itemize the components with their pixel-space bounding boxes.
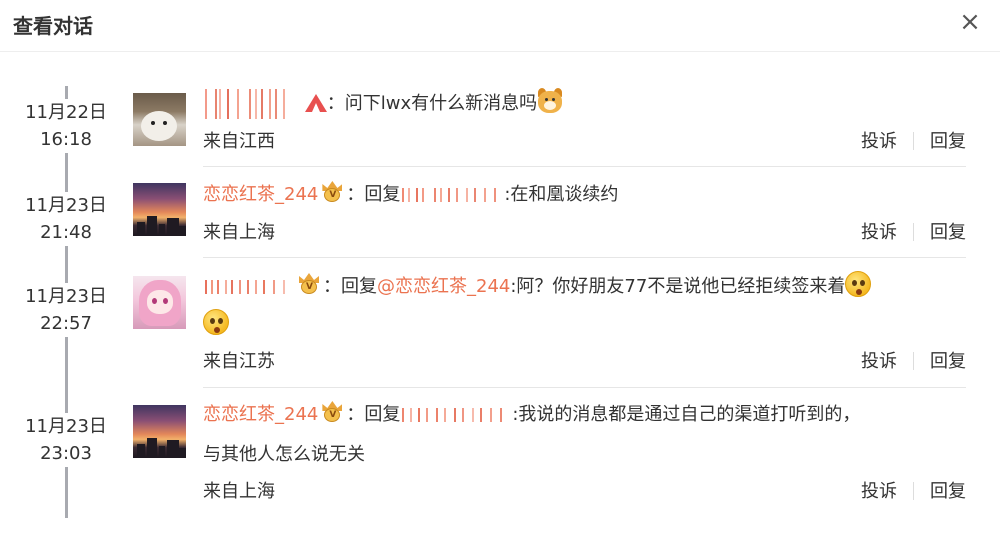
close-icon[interactable]: × <box>956 8 984 36</box>
entry-1-reply-button[interactable]: 回复 <box>930 131 966 152</box>
entry-2-time: 21:48 <box>40 222 92 243</box>
entry-2-content: 恋恋红茶_244 V ：回复 :在和凰谈续约 <box>203 181 618 209</box>
entry-3-avatar[interactable] <box>133 276 186 329</box>
entry-4-source: 来自上海 <box>203 481 275 502</box>
crown-badge-icon: V <box>320 401 344 423</box>
entry-2-actions: 投诉 回复 <box>861 220 966 246</box>
entry-divider <box>203 387 966 388</box>
entry-1-redacted-username[interactable] <box>203 89 289 119</box>
action-separator <box>913 482 914 500</box>
entry-4-actions: 投诉 回复 <box>861 479 966 505</box>
entry-4-content: 恋恋红茶_244 V ：回复 :我说的消息都是通过自己的渠道打听到的， <box>203 401 860 429</box>
entry-2-date: 11月23日 <box>25 195 107 216</box>
entry-4-redacted-username[interactable] <box>400 408 512 422</box>
entry-3-redacted-username[interactable] <box>203 280 295 294</box>
entry-4-reply-prefix: 回复 <box>364 404 401 425</box>
entry-1-content: ：问下lwx有什么新消息吗 <box>203 88 563 119</box>
dog-emoji-icon <box>537 88 563 114</box>
entry-2-reply-prefix: 回复 <box>364 184 401 205</box>
entry-2-redacted-username[interactable] <box>400 188 504 202</box>
entry-2-username[interactable]: 恋恋红茶_244 <box>203 184 318 205</box>
action-separator <box>913 132 914 150</box>
entry-2-source: 来自上海 <box>203 222 275 243</box>
surprised-emoji-icon <box>203 309 229 335</box>
entry-1-time: 16:18 <box>40 129 92 150</box>
entry-3-content-wrap <box>203 309 229 339</box>
dialog-header: 查看对话 × <box>0 0 1000 52</box>
entry-3-report-button[interactable]: 投诉 <box>861 351 897 372</box>
entry-2-timestamp: 11月23日 21:48 <box>18 192 114 246</box>
entry-2-separator: ： <box>346 184 365 205</box>
entry-3-timestamp: 11月23日 22:57 <box>18 283 114 337</box>
surprised-emoji-icon <box>845 271 872 297</box>
entry-3-date: 11月23日 <box>25 286 107 307</box>
entry-2-avatar[interactable] <box>133 183 186 236</box>
entry-1-text: 问下lwx有什么新消息吗 <box>344 93 538 114</box>
entry-2-reply-button[interactable]: 回复 <box>930 222 966 243</box>
entry-3-mention-link[interactable]: @恋恋红茶_244 <box>377 276 510 297</box>
entry-4-separator: ： <box>346 404 365 425</box>
entry-3-actions: 投诉 回复 <box>861 349 966 375</box>
entry-4-avatar[interactable] <box>133 405 186 458</box>
entry-3-reply-button[interactable]: 回复 <box>930 351 966 372</box>
entry-4-text: :我说的消息都是通过自己的渠道打听到的， <box>512 404 861 425</box>
entry-3-time: 22:57 <box>40 313 92 334</box>
entry-1-timestamp: 11月22日 16:18 <box>18 99 114 153</box>
entry-2-text: :在和凰谈续约 <box>504 184 619 205</box>
crown-badge-icon: V <box>297 273 321 295</box>
entry-3-text: :阿？你好朋友77不是说他已经拒续签来着 <box>510 276 846 297</box>
entry-4-report-button[interactable]: 投诉 <box>861 481 897 502</box>
entry-4-timestamp: 11月23日 23:03 <box>18 413 114 467</box>
crown-badge-icon: V <box>320 181 344 203</box>
entry-3-reply-prefix: 回复 <box>341 276 377 297</box>
entry-3-separator: ： <box>323 276 341 297</box>
entry-4-time: 23:03 <box>40 443 92 464</box>
entry-1-source: 来自江西 <box>203 131 275 152</box>
entry-4-text-line2: 与其他人怎么说无关 <box>203 444 365 465</box>
entry-1-avatar[interactable] <box>133 93 186 146</box>
entry-1-actions: 投诉 回复 <box>861 129 966 155</box>
entry-divider <box>203 257 966 258</box>
entry-3-content: V ：回复@恋恋红茶_244:阿？你好朋友77不是说他已经拒续签来着 <box>203 271 872 301</box>
entry-1-date: 11月22日 <box>25 102 107 123</box>
entry-1-separator: ： <box>326 93 345 114</box>
entry-divider <box>203 166 966 167</box>
entry-2-report-button[interactable]: 投诉 <box>861 222 897 243</box>
entry-4-date: 11月23日 <box>25 416 107 437</box>
action-separator <box>913 352 914 370</box>
entry-3-source: 来自江苏 <box>203 351 275 372</box>
action-separator <box>913 223 914 241</box>
entry-4-username[interactable]: 恋恋红茶_244 <box>203 404 318 425</box>
entry-1-report-button[interactable]: 投诉 <box>861 131 897 152</box>
red-triangle-icon <box>304 92 327 112</box>
dialog-title: 查看对话 <box>13 14 93 38</box>
entry-4-reply-button[interactable]: 回复 <box>930 481 966 502</box>
